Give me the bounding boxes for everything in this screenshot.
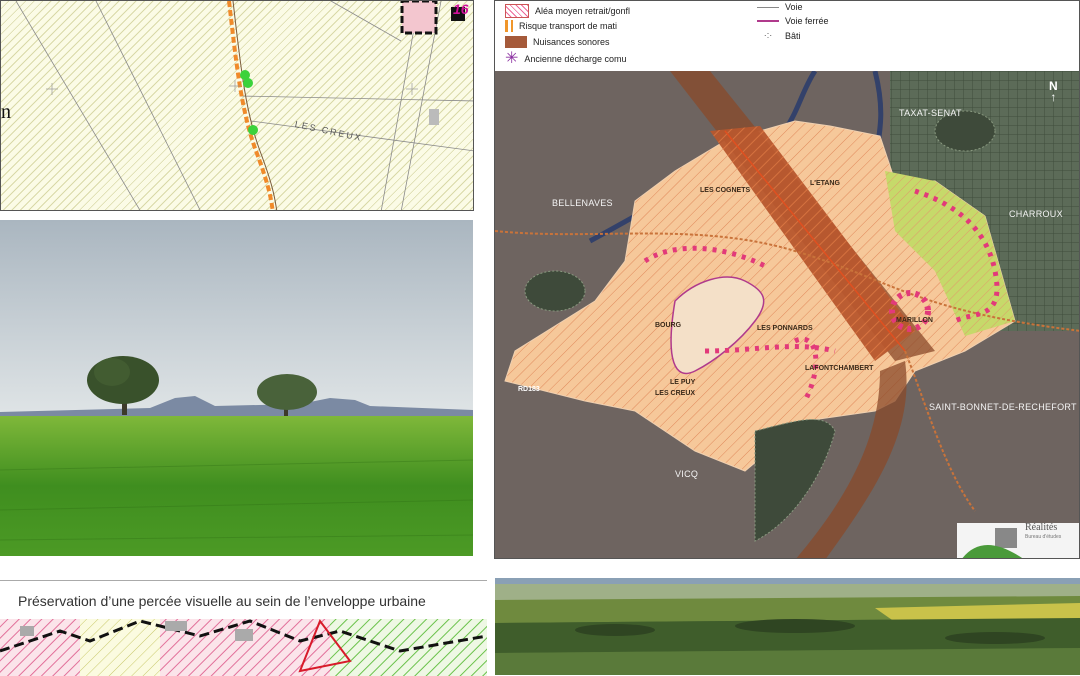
road-label-rd183: RD183 (518, 386, 540, 393)
locality-letang: L'ETANG (810, 180, 840, 187)
locality-les-ponnards: LES PONNARDS (757, 325, 813, 332)
constraints-map: Aléa moyen retrait/gonfl Risque transpor… (494, 0, 1080, 559)
legend-label: Ancienne décharge comu (524, 54, 627, 64)
legend-item-transport: Risque transport de mati (505, 20, 617, 32)
noise-swatch-icon (505, 36, 527, 48)
locality-les-creux: LES CREUX (655, 390, 696, 397)
legend-label: Bâti (785, 31, 801, 41)
legend-item-road: Voie (757, 2, 803, 12)
parcel-number: 16 (453, 1, 469, 17)
railway-line-icon (757, 20, 779, 22)
locality-le-puy: LE PUY (670, 379, 696, 386)
legend-item-dump: ✳ Ancienne décharge comu (505, 50, 627, 67)
legend-label: Risque transport de mati (519, 21, 618, 31)
cadastral-map-drawing (15, 1, 473, 210)
place-charroux: CHARROUX (1009, 209, 1063, 219)
constraints-map-drawing (495, 71, 1079, 558)
legend-item-hazard: Aléa moyen retrait/gonfl (505, 4, 630, 18)
landscape-photo-field (0, 220, 473, 556)
place-saint-bonnet: SAINT-BONNET-DE-RECHEFORT (929, 402, 1077, 412)
transport-swatch-icon (505, 20, 513, 32)
building-dots-icon: ·:· (763, 30, 773, 40)
hazard-swatch-icon (505, 4, 529, 18)
aerial-landscape-photo (495, 578, 1080, 675)
zoning-caption: Préservation d’une percée visuelle au se… (16, 593, 428, 609)
north-arrow-icon: N ↑ (1049, 79, 1058, 104)
cadastral-map: n 16 LES CREUX (0, 0, 474, 211)
map-legend: Aléa moyen retrait/gonfl Risque transpor… (495, 1, 1079, 71)
locality-bourg: BOURG (655, 322, 682, 329)
place-bellenaves: BELLENAVES (552, 198, 613, 208)
locality-lafontchambert: LAFONTCHAMBERT (805, 365, 874, 372)
place-taxat-senat: TAXAT-SENAT (899, 108, 962, 118)
logo-subtext: Bureau d'études (1025, 534, 1062, 540)
locality-les-cognets: LES COGNETS (700, 187, 751, 194)
landscape-photo-drawing (0, 220, 473, 556)
legend-item-railway: Voie ferrée (757, 16, 829, 26)
starburst-icon: ✳ (505, 50, 519, 67)
legend-label: Aléa moyen retrait/gonfl (535, 6, 631, 16)
legend-label: Voie ferrée (785, 16, 829, 26)
legend-label: Nuisances sonores (533, 37, 610, 47)
place-vicq: VICQ (675, 469, 699, 479)
road-line-icon (757, 6, 779, 8)
legend-label: Voie (785, 2, 803, 12)
logo-realites: Réalités (1025, 522, 1058, 533)
zoning-map: Préservation d’une percée visuelle au se… (0, 580, 487, 676)
legend-item-building: ·:· Bâti (757, 30, 801, 42)
legend-item-noise: Nuisances sonores (505, 36, 610, 48)
map-letter: n (1, 101, 11, 123)
aerial-photo-drawing (495, 578, 1080, 675)
north-label: N (1049, 79, 1058, 93)
locality-marillon: MARILLON (896, 317, 933, 324)
